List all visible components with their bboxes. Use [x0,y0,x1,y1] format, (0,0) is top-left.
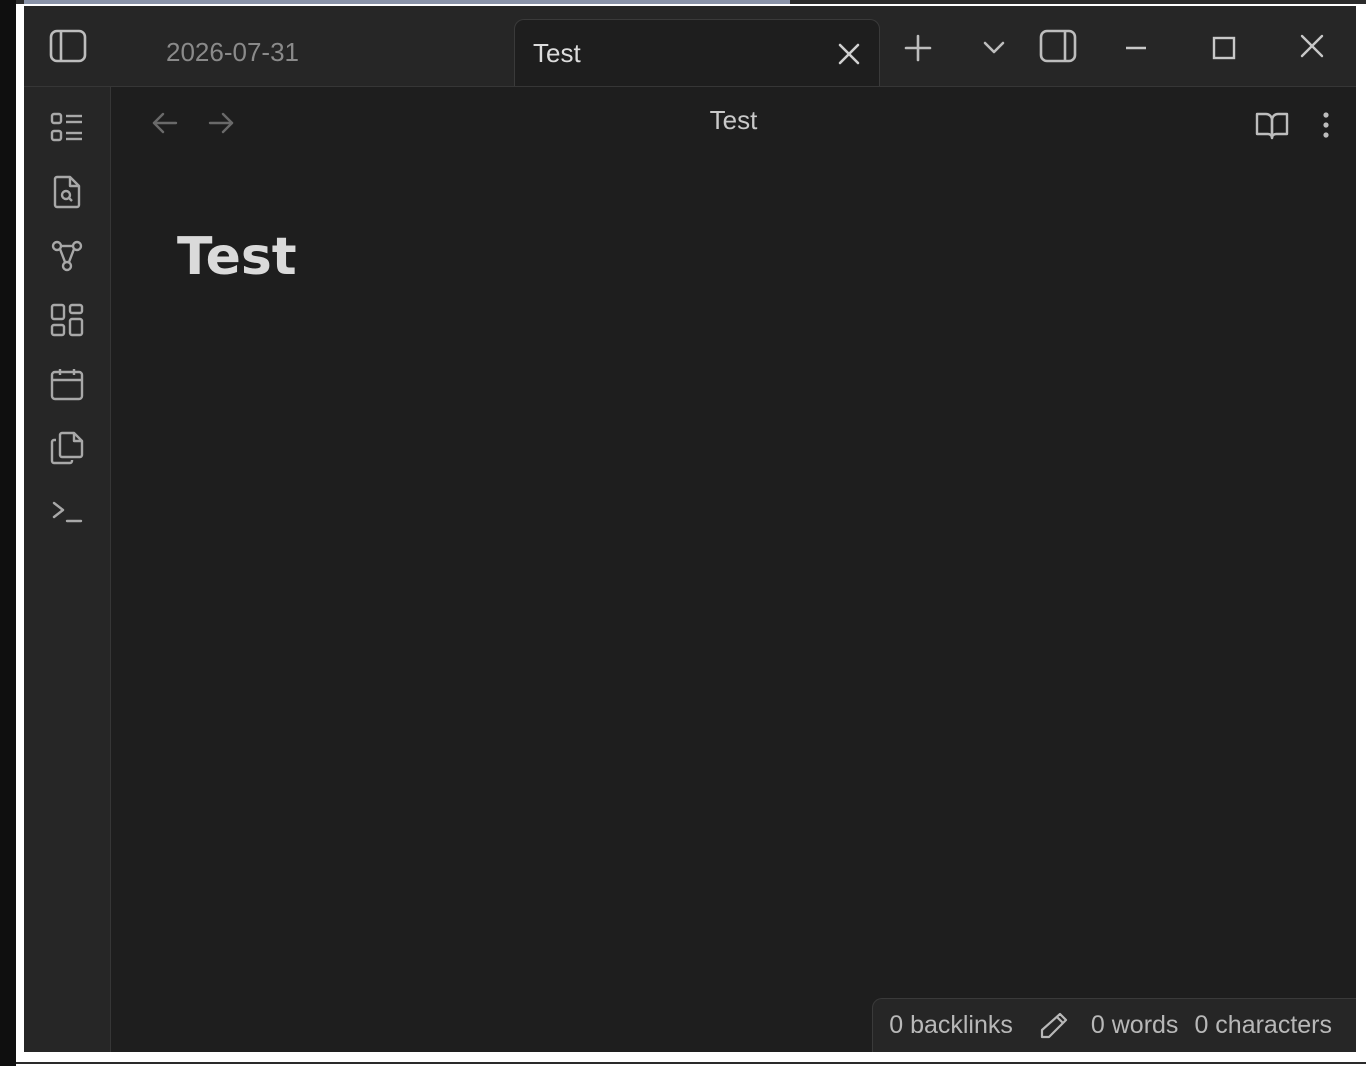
tab-label: Test [533,37,581,68]
maximize-button[interactable] [1204,28,1244,68]
editor-pane: Test Test 0 backlinks 0 words 0 characte… [111,87,1356,1052]
bottom-edge [16,1062,1366,1064]
pencil-icon [1040,1012,1067,1038]
note-inline-title[interactable]: Test [177,227,297,287]
sidebar-right-icon [1039,29,1077,63]
view-header: Test [111,87,1356,157]
backlinks-count[interactable]: 0 backlinks [889,1011,1013,1040]
left-edge [0,0,16,1066]
close-icon [1300,34,1324,58]
new-tab-button[interactable] [898,28,938,68]
status-bar: 0 backlinks 0 words 0 characters [872,998,1356,1052]
outline-icon [50,112,82,142]
chevron-down-icon [983,41,1005,54]
minimize-button[interactable] [1116,28,1156,68]
app-window: 2026-07-31 Test Test Test 0 backlinks 0 … [24,6,1356,1052]
terminal-icon [52,501,83,523]
file-search-icon [53,175,81,209]
tab-test[interactable]: Test [514,19,880,86]
tab-close-button[interactable] [833,38,865,70]
toggle-left-sidebar-button[interactable] [46,26,90,66]
character-count: 0 characters [1194,1011,1332,1039]
book-open-icon [1255,112,1289,140]
left-ribbon [24,87,111,1052]
sidebar-left-icon [49,29,87,63]
ribbon-graph-button[interactable] [48,237,86,275]
plus-icon [904,34,932,62]
tab-label: 2026-07-31 [166,37,299,67]
more-options-button[interactable] [1311,107,1341,143]
dashboard-icon [50,303,84,337]
title-bar: 2026-07-31 Test [24,6,1356,87]
ribbon-templates-button[interactable] [48,429,86,467]
editing-mode-button[interactable] [1039,1011,1069,1041]
calendar-icon [50,369,84,401]
view-header-title[interactable]: Test [111,105,1356,136]
close-icon [838,43,860,65]
more-vertical-icon [1323,112,1329,138]
maximize-icon [1212,36,1236,60]
toggle-right-sidebar-button[interactable] [1036,26,1080,66]
minimize-icon [1126,46,1146,50]
close-window-button[interactable] [1292,26,1332,66]
screen-frame: 2026-07-31 Test Test Test 0 backlinks 0 … [0,0,1366,1066]
top-strip-accent [24,0,790,4]
ribbon-daily-note-button[interactable] [48,365,86,403]
ribbon-outline-button[interactable] [48,109,86,147]
ribbon-command-palette-button[interactable] [48,493,86,531]
graph-icon [51,240,83,272]
ribbon-canvas-button[interactable] [48,301,86,339]
tab-list-button[interactable] [974,28,1014,68]
copy-files-icon [50,431,84,465]
tab-daily-note[interactable]: 2026-07-31 [144,19,514,86]
reading-view-button[interactable] [1251,107,1293,143]
ribbon-search-file-button[interactable] [48,173,86,211]
word-count: 0 words [1090,1011,1179,1039]
